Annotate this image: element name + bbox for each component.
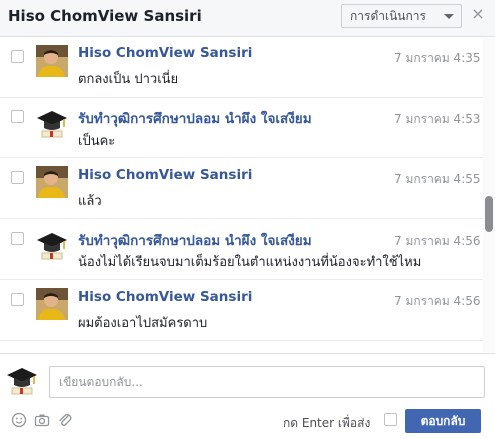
caret-down-icon <box>444 14 454 19</box>
actions-dropdown-label: การดำเนินการ <box>350 8 426 23</box>
message-text: แล้ว <box>78 194 102 209</box>
message-row: Hiso ChomView Sansiri 7 มกราคม 4:56 ผมต้… <box>0 281 483 341</box>
message-list-scrollbar[interactable] <box>483 38 495 352</box>
reply-composer: กด Enter เพื่อส่ง ตอบกลับ <box>0 353 495 439</box>
conversation-header: Hiso ChomView Sansiri การดำเนินการ × <box>0 0 495 37</box>
message-time: 7 มกราคม 4:56 <box>394 294 481 308</box>
message-time: 7 มกราคม 4:35 <box>394 51 481 65</box>
enter-to-send-label: กด Enter เพื่อส่ง <box>283 416 371 430</box>
message-time: 7 มกราคม 4:53 <box>394 112 481 126</box>
camera-icon[interactable] <box>34 412 50 428</box>
message-row: รับทำวุฒิการศึกษาปลอม นำผึง ใจเสงียม 7 ม… <box>0 98 483 158</box>
message-select-checkbox[interactable] <box>11 50 24 63</box>
message-row: รับทำวุฒิการศึกษาปลอม นำผึง ใจเสงียม 7 ม… <box>0 220 483 280</box>
graduation-cap-icon <box>6 364 38 396</box>
message-text: ตกลงเป็น ปาวเนี่ย <box>78 72 179 87</box>
actions-dropdown[interactable]: การดำเนินการ <box>341 4 462 28</box>
message-time: 7 มกราคม 4:56 <box>394 234 481 248</box>
message-list: Hiso ChomView Sansiri 7 มกราคม 4:35 ตกลง… <box>0 38 483 352</box>
message-text: น้องไม่ได้เรียนจบมาเต็มร้อยในตำแหน่งงานท… <box>78 255 422 270</box>
message-row-partial <box>0 342 483 352</box>
graduation-cap-icon <box>36 350 68 352</box>
profile-photo-avatar[interactable] <box>36 45 68 77</box>
sender-name[interactable]: รับทำวุฒิการศึกษาปลอม นำผึง ใจเสงียม <box>78 229 312 251</box>
scrollbar-thumb[interactable] <box>485 196 493 232</box>
graduation-cap-icon[interactable] <box>36 229 68 261</box>
message-select-checkbox[interactable] <box>11 232 24 245</box>
reply-button[interactable]: ตอบกลับ <box>405 409 481 433</box>
sender-name[interactable]: รับทำวุฒิการศึกษาปลอม นำผึง ใจเสงียม <box>78 107 312 129</box>
profile-photo-avatar[interactable] <box>36 166 68 198</box>
sender-name[interactable]: Hiso ChomView Sansiri <box>78 167 252 183</box>
message-select-checkbox[interactable] <box>11 171 24 184</box>
enter-to-send-checkbox[interactable] <box>384 413 397 426</box>
sender-name[interactable]: Hiso ChomView Sansiri <box>78 289 252 305</box>
message-select-checkbox[interactable] <box>11 293 24 306</box>
conversation-title: Hiso ChomView Sansiri <box>8 7 202 25</box>
message-row: Hiso ChomView Sansiri 7 มกราคม 4:55 แล้ว <box>0 159 483 219</box>
close-icon[interactable]: × <box>471 5 485 23</box>
sender-name[interactable]: Hiso ChomView Sansiri <box>78 45 252 61</box>
message-text: ผมต้องเอาไปสมัครดาบ <box>78 316 208 331</box>
profile-photo-avatar[interactable] <box>36 288 68 320</box>
emoji-icon[interactable] <box>11 412 27 428</box>
message-text: เป็นคะ <box>78 134 116 149</box>
message-time: 7 มกราคม 4:55 <box>394 172 481 186</box>
graduation-cap-icon[interactable] <box>36 107 68 139</box>
attachment-icon[interactable] <box>57 412 73 428</box>
message-select-checkbox[interactable] <box>11 110 24 123</box>
message-row: Hiso ChomView Sansiri 7 มกราคม 4:35 ตกลง… <box>0 38 483 98</box>
reply-input[interactable] <box>49 366 485 398</box>
